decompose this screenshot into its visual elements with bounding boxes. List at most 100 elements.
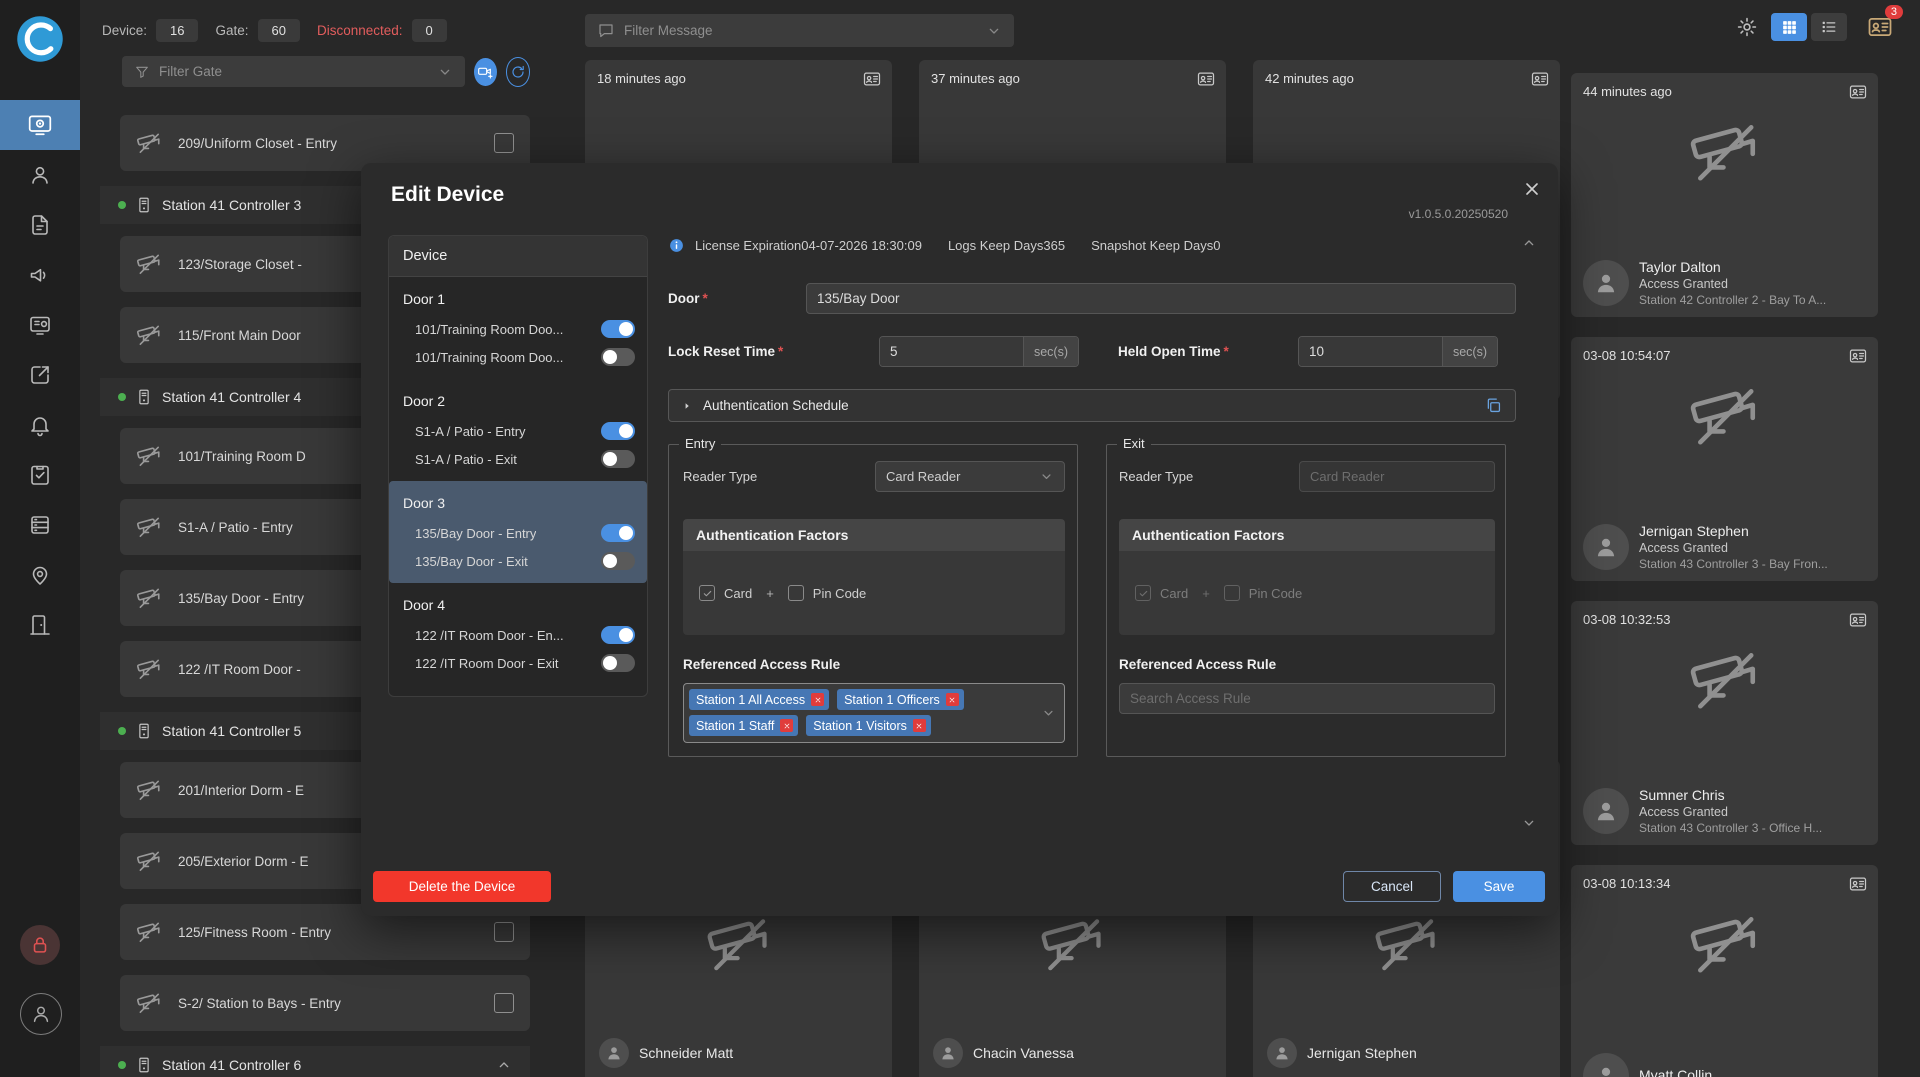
settings-gear-icon[interactable]	[1736, 16, 1758, 38]
remove-tag-icon[interactable]	[811, 693, 824, 706]
online-dot	[118, 1061, 126, 1069]
door-nav-item[interactable]: 135/Bay Door - Exit	[389, 547, 647, 575]
filter-message-select[interactable]: Filter Message	[585, 14, 1014, 47]
door-item-label: 135/Bay Door - Exit	[415, 554, 528, 569]
pin-code-checkbox[interactable]	[788, 585, 804, 601]
door-group-2: Door 2 S1-A / Patio - Entry S1-A / Patio…	[389, 379, 647, 481]
copy-icon[interactable]	[1484, 396, 1503, 415]
door-enabled-toggle[interactable]	[601, 524, 635, 542]
sidebar-item-users[interactable]	[0, 150, 80, 200]
sidebar-item-controllers[interactable]	[0, 500, 80, 550]
id-card-icon	[1848, 82, 1868, 102]
door-enabled-toggle[interactable]	[601, 654, 635, 672]
door-enabled-toggle[interactable]	[601, 552, 635, 570]
gate-checkbox[interactable]	[494, 993, 514, 1013]
remove-tag-icon[interactable]	[780, 719, 793, 732]
event-time: 42 minutes ago	[1265, 71, 1354, 86]
sidebar-item-devices[interactable]	[0, 300, 80, 350]
access-rule-multiselect[interactable]: Station 1 All Access Station 1 Officers …	[683, 683, 1065, 743]
door-enabled-toggle[interactable]	[601, 450, 635, 468]
gate-checkbox[interactable]	[494, 922, 514, 942]
camera-offline-icon	[120, 130, 178, 156]
pin-code-label: Pin Code	[813, 586, 866, 601]
reader-type-select[interactable]: Card Reader	[875, 461, 1065, 492]
person-name: Taylor Dalton	[1639, 259, 1826, 275]
remove-tag-icon[interactable]	[946, 693, 959, 706]
save-button[interactable]: Save	[1453, 871, 1545, 902]
event-card[interactable]: 44 minutes ago Taylor Dalton Access Gran…	[1571, 73, 1878, 317]
gate-checkbox[interactable]	[494, 133, 514, 153]
reader-type-label: Reader Type	[1119, 469, 1193, 484]
access-status: Access Granted	[1639, 805, 1822, 819]
remove-tag-icon[interactable]	[913, 719, 926, 732]
list-view-button[interactable]	[1811, 13, 1847, 41]
door-nav-item[interactable]: S1-A / Patio - Exit	[389, 445, 647, 473]
door-enabled-toggle[interactable]	[601, 348, 635, 366]
entry-legend: Entry	[679, 436, 721, 451]
door-nav-item[interactable]: 135/Bay Door - Entry	[389, 519, 647, 547]
camera-offline-icon	[120, 251, 178, 277]
sidebar-item-records[interactable]	[0, 200, 80, 250]
sidebar-item-notifications[interactable]	[0, 400, 80, 450]
door-nav-item[interactable]: S1-A / Patio - Entry	[389, 417, 647, 445]
auth-schedule-accordion[interactable]: Authentication Schedule	[668, 389, 1516, 422]
auth-factors-body: Card + Pin Code	[1119, 551, 1495, 635]
door-nav-item[interactable]: 122 /IT Room Door - En...	[389, 621, 647, 649]
event-location: Station 42 Controller 2 - Bay To A...	[1639, 293, 1826, 307]
lock-reset-input[interactable]	[880, 337, 1023, 366]
event-card[interactable]: 03-08 10:54:07 Jernigan Stephen Access G…	[1571, 337, 1878, 581]
access-rule-search-input[interactable]	[1119, 683, 1495, 714]
door-enabled-toggle[interactable]	[601, 626, 635, 644]
close-icon[interactable]	[1522, 179, 1542, 199]
sidebar-item-gates[interactable]	[0, 600, 80, 650]
sidebar-item-export[interactable]	[0, 350, 80, 400]
sidebar-item-announcements[interactable]	[0, 250, 80, 300]
card-checkbox[interactable]	[1135, 585, 1151, 601]
card-checkbox[interactable]	[699, 585, 715, 601]
camera-offline-icon	[1688, 379, 1762, 453]
held-open-input[interactable]	[1299, 337, 1442, 366]
door-enabled-toggle[interactable]	[601, 422, 635, 440]
profile-button[interactable]	[20, 993, 62, 1035]
event-card[interactable]: 03-08 10:32:53 Sumner Chris Access Grant…	[1571, 601, 1878, 845]
event-card[interactable]: 03-08 10:13:34 Myatt Collin	[1571, 865, 1878, 1077]
grid-view-button[interactable]	[1771, 13, 1807, 41]
scroll-down-icon[interactable]	[1521, 815, 1537, 831]
gate-label: S-2/ Station to Bays - Entry	[178, 996, 486, 1011]
camera-offline-icon	[120, 322, 178, 348]
filter-gate-select[interactable]: Filter Gate	[122, 56, 465, 87]
refresh-button[interactable]	[506, 57, 531, 87]
sidebar-nav	[0, 100, 80, 650]
sidebar-item-tasks[interactable]	[0, 450, 80, 500]
document-icon	[28, 213, 52, 237]
door-nav-item[interactable]: 101/Training Room Doo...	[389, 315, 647, 343]
reader-type-select-disabled[interactable]: Card Reader	[1299, 461, 1495, 492]
scroll-up-icon[interactable]	[1521, 235, 1537, 251]
event-time: 44 minutes ago	[1583, 84, 1672, 99]
chevron-up-icon[interactable]	[496, 1057, 512, 1073]
held-open-unit: sec(s)	[1442, 337, 1497, 366]
cancel-button[interactable]: Cancel	[1343, 871, 1441, 902]
lockdown-button[interactable]	[20, 925, 60, 965]
pin-code-checkbox[interactable]	[1224, 585, 1240, 601]
sidebar-item-map[interactable]	[0, 550, 80, 600]
door-enabled-toggle[interactable]	[601, 320, 635, 338]
sidebar-item-monitoring[interactable]	[0, 100, 80, 150]
door-name-input[interactable]	[806, 283, 1516, 314]
camera-plus-icon	[477, 64, 493, 80]
expand-arrow-icon	[681, 400, 693, 412]
gate-row[interactable]: S-2/ Station to Bays - Entry	[120, 975, 530, 1031]
alerts-button[interactable]: 3	[1866, 13, 1894, 41]
avatar	[599, 1038, 629, 1068]
door-nav-item[interactable]: 101/Training Room Doo...	[389, 343, 647, 371]
controller-group-header[interactable]: Station 41 Controller 6	[100, 1046, 530, 1077]
door-nav-item[interactable]: 122 /IT Room Door - Exit	[389, 649, 647, 677]
person-name: Jernigan Stephen	[1307, 1045, 1417, 1061]
avatar	[1267, 1038, 1297, 1068]
controller-icon	[135, 196, 153, 214]
delete-device-button[interactable]: Delete the Device	[373, 871, 551, 902]
reader-type-placeholder: Card Reader	[1310, 469, 1384, 484]
event-location: Station 43 Controller 3 - Office H...	[1639, 821, 1822, 835]
add-video-button[interactable]	[474, 58, 497, 86]
access-status: Access Granted	[1639, 277, 1826, 291]
